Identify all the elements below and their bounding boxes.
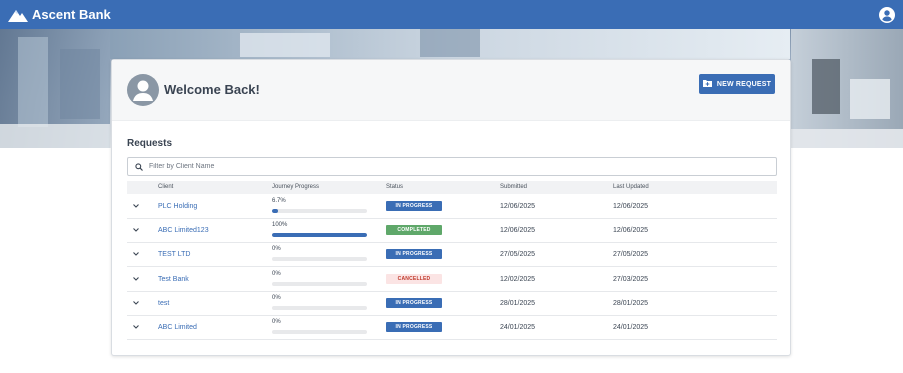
status-badge: COMPLETED bbox=[386, 225, 442, 236]
chevron-down-icon[interactable] bbox=[133, 227, 139, 233]
column-status[interactable]: Status bbox=[386, 184, 403, 190]
table-row[interactable]: test 0% IN PROGRESS 28/01/2025 28/01/202… bbox=[127, 292, 777, 316]
welcome-title: Welcome Back! bbox=[164, 82, 260, 97]
column-journey-progress[interactable]: Journey Progress bbox=[272, 184, 319, 190]
welcome-header: Welcome Back! NEW REQUEST bbox=[112, 60, 790, 121]
progress-bar bbox=[272, 209, 367, 213]
chevron-down-icon[interactable] bbox=[133, 203, 139, 209]
table-row[interactable]: ABC Limited123 100% COMPLETED 12/06/2025… bbox=[127, 219, 777, 244]
submitted-date: 12/02/2025 bbox=[500, 275, 536, 283]
progress-bar bbox=[272, 257, 367, 262]
requests-card: Welcome Back! NEW REQUEST Requests Clien… bbox=[111, 59, 791, 356]
column-submitted[interactable]: Submitted bbox=[500, 184, 527, 190]
progress-bar bbox=[272, 330, 367, 334]
client-link[interactable]: PLC Holding bbox=[158, 203, 197, 210]
status-badge: IN PROGRESS bbox=[386, 322, 442, 332]
progress-percent: 100% bbox=[272, 222, 288, 229]
progress-percent: 6.7% bbox=[272, 198, 286, 204]
submitted-date: 12/06/2025 bbox=[500, 203, 536, 210]
avatar bbox=[127, 74, 159, 106]
table-header: Client Journey Progress Status Submitted… bbox=[127, 181, 777, 194]
last-updated-date: 28/01/2025 bbox=[613, 299, 649, 307]
progress-bar bbox=[272, 305, 367, 310]
client-link[interactable]: ABC Limited123 bbox=[158, 227, 209, 234]
column-last-updated[interactable]: Last Updated bbox=[613, 184, 649, 190]
table-row[interactable]: ABC Limited 0% IN PROGRESS 24/01/2025 24… bbox=[127, 316, 777, 340]
progress-fill bbox=[272, 233, 367, 238]
new-request-button[interactable]: NEW REQUEST bbox=[699, 74, 775, 94]
chevron-down-icon[interactable] bbox=[133, 300, 139, 306]
chevron-down-icon[interactable] bbox=[133, 276, 139, 282]
last-updated-date: 27/05/2025 bbox=[613, 251, 649, 259]
mountain-logo-icon bbox=[8, 8, 28, 22]
status-badge: CANCELLED bbox=[386, 273, 442, 284]
last-updated-date: 27/03/2025 bbox=[613, 275, 649, 283]
progress-percent: 0% bbox=[272, 270, 281, 277]
progress-bar bbox=[272, 233, 367, 238]
brand[interactable]: Ascent Bank bbox=[8, 7, 111, 22]
client-link[interactable]: Test Bank bbox=[158, 276, 189, 283]
progress-percent: 0% bbox=[272, 246, 281, 253]
submitted-date: 27/05/2025 bbox=[500, 251, 536, 259]
submitted-date: 28/01/2025 bbox=[500, 299, 536, 307]
client-link[interactable]: TEST LTD bbox=[158, 251, 190, 258]
client-link[interactable]: test bbox=[158, 300, 169, 307]
progress-fill bbox=[272, 209, 279, 213]
folder-plus-icon bbox=[702, 79, 712, 89]
table-row[interactable]: Test Bank 0% CANCELLED 12/02/2025 27/03/… bbox=[127, 268, 777, 292]
progress-percent: 0% bbox=[272, 294, 281, 301]
requests-title: Requests bbox=[127, 138, 173, 149]
status-badge: IN PROGRESS bbox=[386, 297, 442, 308]
last-updated-date: 24/01/2025 bbox=[613, 324, 649, 331]
table-row[interactable]: PLC Holding 6.7% IN PROGRESS 12/06/2025 … bbox=[127, 195, 777, 219]
last-updated-date: 12/06/2025 bbox=[613, 227, 649, 235]
client-filter-input[interactable] bbox=[149, 163, 749, 170]
progress-bar bbox=[272, 281, 367, 286]
user-account-icon[interactable] bbox=[879, 6, 895, 23]
table-row[interactable]: TEST LTD 0% IN PROGRESS 27/05/2025 27/05… bbox=[127, 243, 777, 268]
last-updated-date: 12/06/2025 bbox=[613, 203, 649, 210]
column-client[interactable]: Client bbox=[158, 184, 173, 190]
new-request-label: NEW REQUEST bbox=[716, 80, 772, 88]
chevron-down-icon[interactable] bbox=[133, 324, 139, 330]
client-link[interactable]: ABC Limited bbox=[158, 324, 197, 331]
progress-percent: 0% bbox=[272, 319, 281, 325]
search-icon bbox=[135, 158, 143, 176]
top-bar: Ascent Bank bbox=[0, 0, 903, 29]
status-badge: IN PROGRESS bbox=[386, 201, 442, 211]
chevron-down-icon[interactable] bbox=[133, 251, 139, 257]
submitted-date: 12/06/2025 bbox=[500, 227, 536, 235]
status-badge: IN PROGRESS bbox=[386, 249, 442, 260]
client-filter[interactable] bbox=[127, 157, 777, 176]
submitted-date: 24/01/2025 bbox=[500, 324, 536, 331]
brand-name: Ascent Bank bbox=[32, 7, 111, 22]
